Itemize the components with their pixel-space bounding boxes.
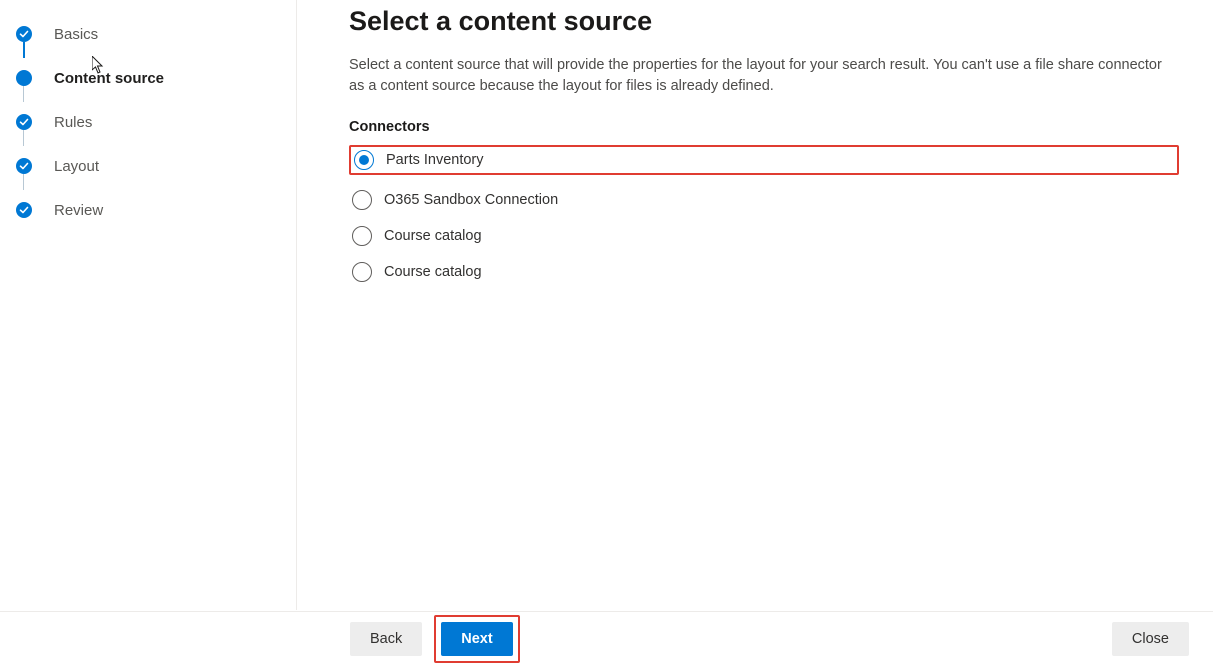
wizard-step-rules[interactable]: Rules	[16, 100, 296, 144]
radio-label: Parts Inventory	[386, 152, 484, 168]
tutorial-highlight: Next	[434, 615, 519, 663]
radio-icon	[352, 226, 372, 246]
radio-label: Course catalog	[384, 264, 482, 280]
page-description: Select a content source that will provid…	[349, 55, 1179, 97]
connectors-radio-group: Parts Inventory O365 Sandbox Connection Co…	[349, 145, 1179, 283]
connector-radio-parts-inventory[interactable]: Parts Inventory	[351, 149, 487, 171]
page-title: Select a content source	[349, 6, 1179, 37]
connector-radio-course-catalog[interactable]: Course catalog	[349, 225, 485, 247]
check-circle-icon	[16, 158, 32, 174]
wizard-step-basics[interactable]: Basics	[16, 12, 296, 56]
wizard-step-label: Layout	[54, 158, 99, 175]
wizard-step-label: Review	[54, 202, 103, 219]
radio-icon	[352, 262, 372, 282]
radio-icon	[352, 190, 372, 210]
wizard-step-label: Content source	[54, 70, 164, 87]
wizard-step-label: Rules	[54, 114, 92, 131]
footer-bar: Back Next Close	[0, 611, 1213, 665]
tutorial-highlight: Parts Inventory	[349, 145, 1179, 175]
wizard-step-review[interactable]: Review	[16, 188, 296, 232]
connectors-group-label: Connectors	[349, 119, 1179, 135]
next-button[interactable]: Next	[441, 622, 512, 656]
connector-radio-o365-sandbox-connection[interactable]: O365 Sandbox Connection	[349, 189, 561, 211]
step-dot-icon	[16, 70, 32, 86]
content-area: Select a content source Select a content…	[297, 0, 1213, 610]
wizard-step-content-source[interactable]: Content source	[16, 56, 296, 100]
close-button[interactable]: Close	[1112, 622, 1189, 656]
back-button[interactable]: Back	[350, 622, 422, 656]
check-circle-icon	[16, 114, 32, 130]
radio-label: O365 Sandbox Connection	[384, 192, 558, 208]
wizard-sidebar: Basics Content source Rules Layout Review	[0, 0, 297, 610]
radio-label: Course catalog	[384, 228, 482, 244]
check-circle-icon	[16, 202, 32, 218]
wizard-step-label: Basics	[54, 26, 98, 43]
wizard-step-layout[interactable]: Layout	[16, 144, 296, 188]
check-circle-icon	[16, 26, 32, 42]
connector-radio-course-catalog[interactable]: Course catalog	[349, 261, 485, 283]
radio-icon	[354, 150, 374, 170]
